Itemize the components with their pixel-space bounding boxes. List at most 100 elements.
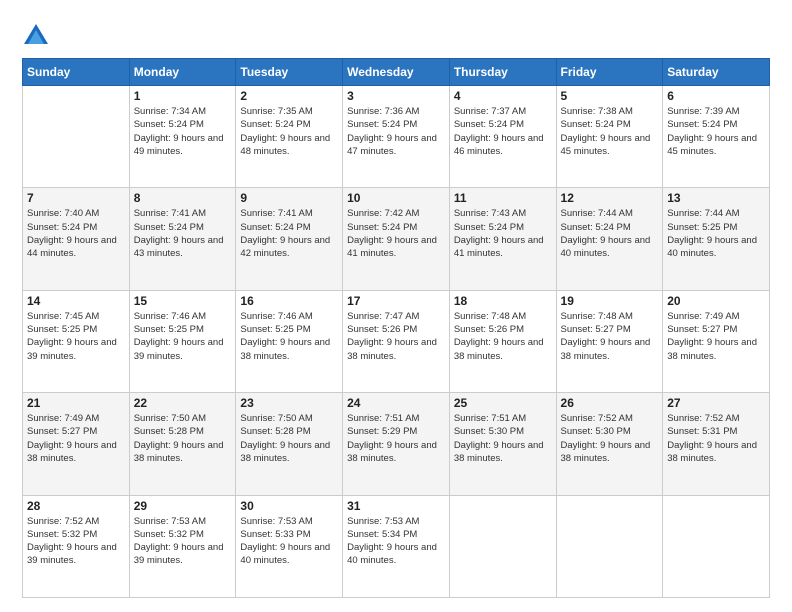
calendar-header-wednesday: Wednesday (343, 59, 450, 86)
calendar-cell (449, 495, 556, 597)
day-number: 21 (27, 396, 125, 410)
calendar-cell: 1Sunrise: 7:34 AMSunset: 5:24 PMDaylight… (129, 86, 236, 188)
page: SundayMondayTuesdayWednesdayThursdayFrid… (0, 0, 792, 612)
calendar-header-saturday: Saturday (663, 59, 770, 86)
cell-info: Sunrise: 7:51 AMSunset: 5:30 PMDaylight:… (454, 412, 552, 465)
day-number: 12 (561, 191, 659, 205)
calendar-cell: 31 Sunrise: 7:53 AMSunset: 5:34 PMDayligh… (343, 495, 450, 597)
calendar-cell: 23 Sunrise: 7:50 AMSunset: 5:28 PMDayligh… (236, 393, 343, 495)
calendar-cell: 15 Sunrise: 7:46 AMSunset: 5:25 PMDayligh… (129, 290, 236, 392)
day-number: 13 (667, 191, 765, 205)
calendar-cell: 6Sunrise: 7:39 AMSunset: 5:24 PMDaylight… (663, 86, 770, 188)
calendar-cell: 5 Sunrise: 7:38 AMSunset: 5:24 PMDaylight… (556, 86, 663, 188)
calendar-cell: 19 Sunrise: 7:48 AMSunset: 5:27 PMDayligh… (556, 290, 663, 392)
day-number: 17 (347, 294, 445, 308)
cell-info: Sunrise: 7:51 AMSunset: 5:29 PMDaylight:… (347, 412, 445, 465)
calendar-header-tuesday: Tuesday (236, 59, 343, 86)
day-number: 26 (561, 396, 659, 410)
cell-info: Sunrise: 7:43 AMSunset: 5:24 PMDaylight:… (454, 207, 552, 260)
calendar-cell: 16Sunrise: 7:46 AMSunset: 5:25 PMDayligh… (236, 290, 343, 392)
calendar-table: SundayMondayTuesdayWednesdayThursdayFrid… (22, 58, 770, 598)
calendar-cell: 9 Sunrise: 7:41 AMSunset: 5:24 PMDaylight… (236, 188, 343, 290)
cell-info: Sunrise: 7:48 AMSunset: 5:27 PMDaylight:… (561, 310, 659, 363)
calendar-cell: 29 Sunrise: 7:53 AMSunset: 5:32 PMDayligh… (129, 495, 236, 597)
calendar-cell: 7 Sunrise: 7:40 AMSunset: 5:24 PMDaylight… (23, 188, 130, 290)
day-number: 7 (27, 191, 125, 205)
calendar-header-sunday: Sunday (23, 59, 130, 86)
cell-info: Sunrise: 7:52 AMSunset: 5:30 PMDaylight:… (561, 412, 659, 465)
cell-info: Sunrise: 7:45 AMSunset: 5:25 PMDaylight:… (27, 310, 125, 363)
day-number: 11 (454, 191, 552, 205)
cell-info: Sunrise: 7:34 AMSunset: 5:24 PMDaylight:… (134, 105, 232, 158)
cell-info: Sunrise: 7:46 AMSunset: 5:25 PMDaylight:… (134, 310, 232, 363)
day-number: 27 (667, 396, 765, 410)
cell-info: Sunrise: 7:36 AMSunset: 5:24 PMDaylight:… (347, 105, 445, 158)
calendar-week-2: 7 Sunrise: 7:40 AMSunset: 5:24 PMDaylight… (23, 188, 770, 290)
logo-icon (22, 22, 50, 50)
day-number: 22 (134, 396, 232, 410)
calendar-cell: 13 Sunrise: 7:44 AMSunset: 5:25 PMDayligh… (663, 188, 770, 290)
cell-info: Sunrise: 7:47 AMSunset: 5:26 PMDaylight:… (347, 310, 445, 363)
calendar-cell: 2 Sunrise: 7:35 AMSunset: 5:24 PMDaylight… (236, 86, 343, 188)
calendar-cell: 30Sunrise: 7:53 AMSunset: 5:33 PMDayligh… (236, 495, 343, 597)
cell-info: Sunrise: 7:53 AMSunset: 5:32 PMDaylight:… (134, 515, 232, 568)
day-number: 5 (561, 89, 659, 103)
day-number: 23 (240, 396, 338, 410)
cell-info: Sunrise: 7:44 AMSunset: 5:24 PMDaylight:… (561, 207, 659, 260)
cell-info: Sunrise: 7:49 AMSunset: 5:27 PMDaylight:… (27, 412, 125, 465)
day-number: 15 (134, 294, 232, 308)
cell-info: Sunrise: 7:40 AMSunset: 5:24 PMDaylight:… (27, 207, 125, 260)
calendar-cell: 27 Sunrise: 7:52 AMSunset: 5:31 PMDayligh… (663, 393, 770, 495)
day-number: 14 (27, 294, 125, 308)
cell-info: Sunrise: 7:37 AMSunset: 5:24 PMDaylight:… (454, 105, 552, 158)
day-number: 20 (667, 294, 765, 308)
day-number: 19 (561, 294, 659, 308)
cell-info: Sunrise: 7:53 AMSunset: 5:33 PMDaylight:… (240, 515, 338, 568)
calendar-header-thursday: Thursday (449, 59, 556, 86)
calendar-cell: 25 Sunrise: 7:51 AMSunset: 5:30 PMDayligh… (449, 393, 556, 495)
cell-info: Sunrise: 7:52 AMSunset: 5:31 PMDaylight:… (667, 412, 765, 465)
calendar-cell: 28Sunrise: 7:52 AMSunset: 5:32 PMDayligh… (23, 495, 130, 597)
cell-info: Sunrise: 7:52 AMSunset: 5:32 PMDaylight:… (27, 515, 125, 568)
calendar-cell: 24 Sunrise: 7:51 AMSunset: 5:29 PMDayligh… (343, 393, 450, 495)
calendar-header-friday: Friday (556, 59, 663, 86)
day-number: 6 (667, 89, 765, 103)
day-number: 9 (240, 191, 338, 205)
calendar-cell (556, 495, 663, 597)
day-number: 18 (454, 294, 552, 308)
calendar-cell: 20 Sunrise: 7:49 AMSunset: 5:27 PMDayligh… (663, 290, 770, 392)
cell-info: Sunrise: 7:50 AMSunset: 5:28 PMDaylight:… (240, 412, 338, 465)
calendar-week-4: 21 Sunrise: 7:49 AMSunset: 5:27 PMDayligh… (23, 393, 770, 495)
day-number: 10 (347, 191, 445, 205)
cell-info: Sunrise: 7:44 AMSunset: 5:25 PMDaylight:… (667, 207, 765, 260)
logo (22, 22, 54, 50)
calendar-cell: 4 Sunrise: 7:37 AMSunset: 5:24 PMDaylight… (449, 86, 556, 188)
cell-info: Sunrise: 7:41 AMSunset: 5:24 PMDaylight:… (240, 207, 338, 260)
day-number: 25 (454, 396, 552, 410)
calendar-cell (23, 86, 130, 188)
calendar-cell: 22Sunrise: 7:50 AMSunset: 5:28 PMDayligh… (129, 393, 236, 495)
calendar-cell: 11 Sunrise: 7:43 AMSunset: 5:24 PMDayligh… (449, 188, 556, 290)
calendar-cell: 17 Sunrise: 7:47 AMSunset: 5:26 PMDayligh… (343, 290, 450, 392)
cell-info: Sunrise: 7:42 AMSunset: 5:24 PMDaylight:… (347, 207, 445, 260)
cell-info: Sunrise: 7:53 AMSunset: 5:34 PMDaylight:… (347, 515, 445, 568)
day-number: 4 (454, 89, 552, 103)
calendar-header-monday: Monday (129, 59, 236, 86)
calendar-cell: 18Sunrise: 7:48 AMSunset: 5:26 PMDayligh… (449, 290, 556, 392)
calendar-cell: 26 Sunrise: 7:52 AMSunset: 5:30 PMDayligh… (556, 393, 663, 495)
calendar-cell: 14 Sunrise: 7:45 AMSunset: 5:25 PMDayligh… (23, 290, 130, 392)
cell-info: Sunrise: 7:49 AMSunset: 5:27 PMDaylight:… (667, 310, 765, 363)
calendar-cell: 21 Sunrise: 7:49 AMSunset: 5:27 PMDayligh… (23, 393, 130, 495)
calendar-week-5: 28Sunrise: 7:52 AMSunset: 5:32 PMDayligh… (23, 495, 770, 597)
cell-info: Sunrise: 7:35 AMSunset: 5:24 PMDaylight:… (240, 105, 338, 158)
cell-info: Sunrise: 7:38 AMSunset: 5:24 PMDaylight:… (561, 105, 659, 158)
day-number: 24 (347, 396, 445, 410)
calendar-week-3: 14 Sunrise: 7:45 AMSunset: 5:25 PMDayligh… (23, 290, 770, 392)
day-number: 2 (240, 89, 338, 103)
calendar-cell: 12 Sunrise: 7:44 AMSunset: 5:24 PMDayligh… (556, 188, 663, 290)
cell-info: Sunrise: 7:41 AMSunset: 5:24 PMDaylight:… (134, 207, 232, 260)
calendar-cell (663, 495, 770, 597)
calendar-week-1: 1Sunrise: 7:34 AMSunset: 5:24 PMDaylight… (23, 86, 770, 188)
day-number: 31 (347, 499, 445, 513)
day-number: 29 (134, 499, 232, 513)
